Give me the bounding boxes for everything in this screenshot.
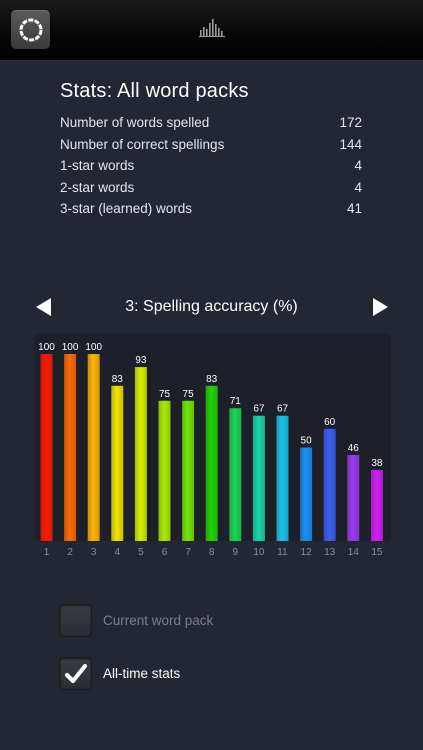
x-tick-label: 8 <box>209 547 215 558</box>
x-tick-label: 3 <box>91 547 97 558</box>
bar-4 <box>111 385 124 541</box>
current-word-pack-checkbox[interactable] <box>59 604 92 637</box>
bar-value-label: 75 <box>159 389 171 400</box>
bar-value-label: 83 <box>206 374 218 385</box>
x-tick-label: 10 <box>253 547 265 558</box>
x-tick-label: 4 <box>115 547 121 558</box>
bar-9 <box>229 408 242 541</box>
x-tick-label: 5 <box>138 547 144 558</box>
bar-value-label: 100 <box>38 342 55 353</box>
accuracy-bar-chart: 1001100210038349357567578387196710671150… <box>38 342 383 558</box>
bar-11 <box>276 415 289 541</box>
bar-value-label: 38 <box>371 458 383 469</box>
x-tick-label: 15 <box>371 547 383 558</box>
bar-value-label: 46 <box>348 443 360 454</box>
bar-2 <box>64 354 77 541</box>
current-word-pack-option[interactable]: Current word pack <box>59 604 213 637</box>
x-tick-label: 6 <box>162 547 168 558</box>
bar-value-label: 71 <box>230 396 242 407</box>
bar-value-label: 93 <box>135 355 147 366</box>
bar-7 <box>182 400 195 541</box>
all-time-stats-option[interactable]: All-time stats <box>59 657 180 690</box>
bar-value-label: 75 <box>183 389 195 400</box>
current-word-pack-label: Current word pack <box>103 613 214 628</box>
checkmark-icon <box>64 663 87 683</box>
bar-3 <box>87 354 100 541</box>
bar-value-label: 60 <box>324 417 336 428</box>
bar-13 <box>323 428 336 541</box>
bar-value-label: 67 <box>253 404 265 415</box>
x-tick-label: 12 <box>301 547 313 558</box>
x-tick-label: 11 <box>277 547 288 558</box>
x-tick-label: 1 <box>44 547 50 558</box>
x-tick-label: 13 <box>324 547 336 558</box>
x-tick-label: 2 <box>67 547 73 558</box>
bar-14 <box>347 454 360 541</box>
bar-8 <box>205 385 218 541</box>
bar-6 <box>158 400 171 541</box>
all-time-stats-checkbox[interactable] <box>59 657 92 690</box>
x-tick-label: 9 <box>233 547 239 558</box>
bar-value-label: 67 <box>277 404 289 415</box>
bar-15 <box>370 469 383 541</box>
bar-12 <box>300 447 313 541</box>
bar-1 <box>40 354 53 541</box>
x-tick-label: 14 <box>348 547 360 558</box>
bar-5 <box>134 367 147 541</box>
all-time-stats-label: All-time stats <box>103 666 181 681</box>
bar-value-label: 100 <box>85 342 102 353</box>
bar-value-label: 100 <box>62 342 79 353</box>
bar-10 <box>252 415 265 541</box>
bar-value-label: 83 <box>112 374 124 385</box>
x-tick-label: 7 <box>185 547 191 558</box>
bar-value-label: 50 <box>301 436 313 447</box>
